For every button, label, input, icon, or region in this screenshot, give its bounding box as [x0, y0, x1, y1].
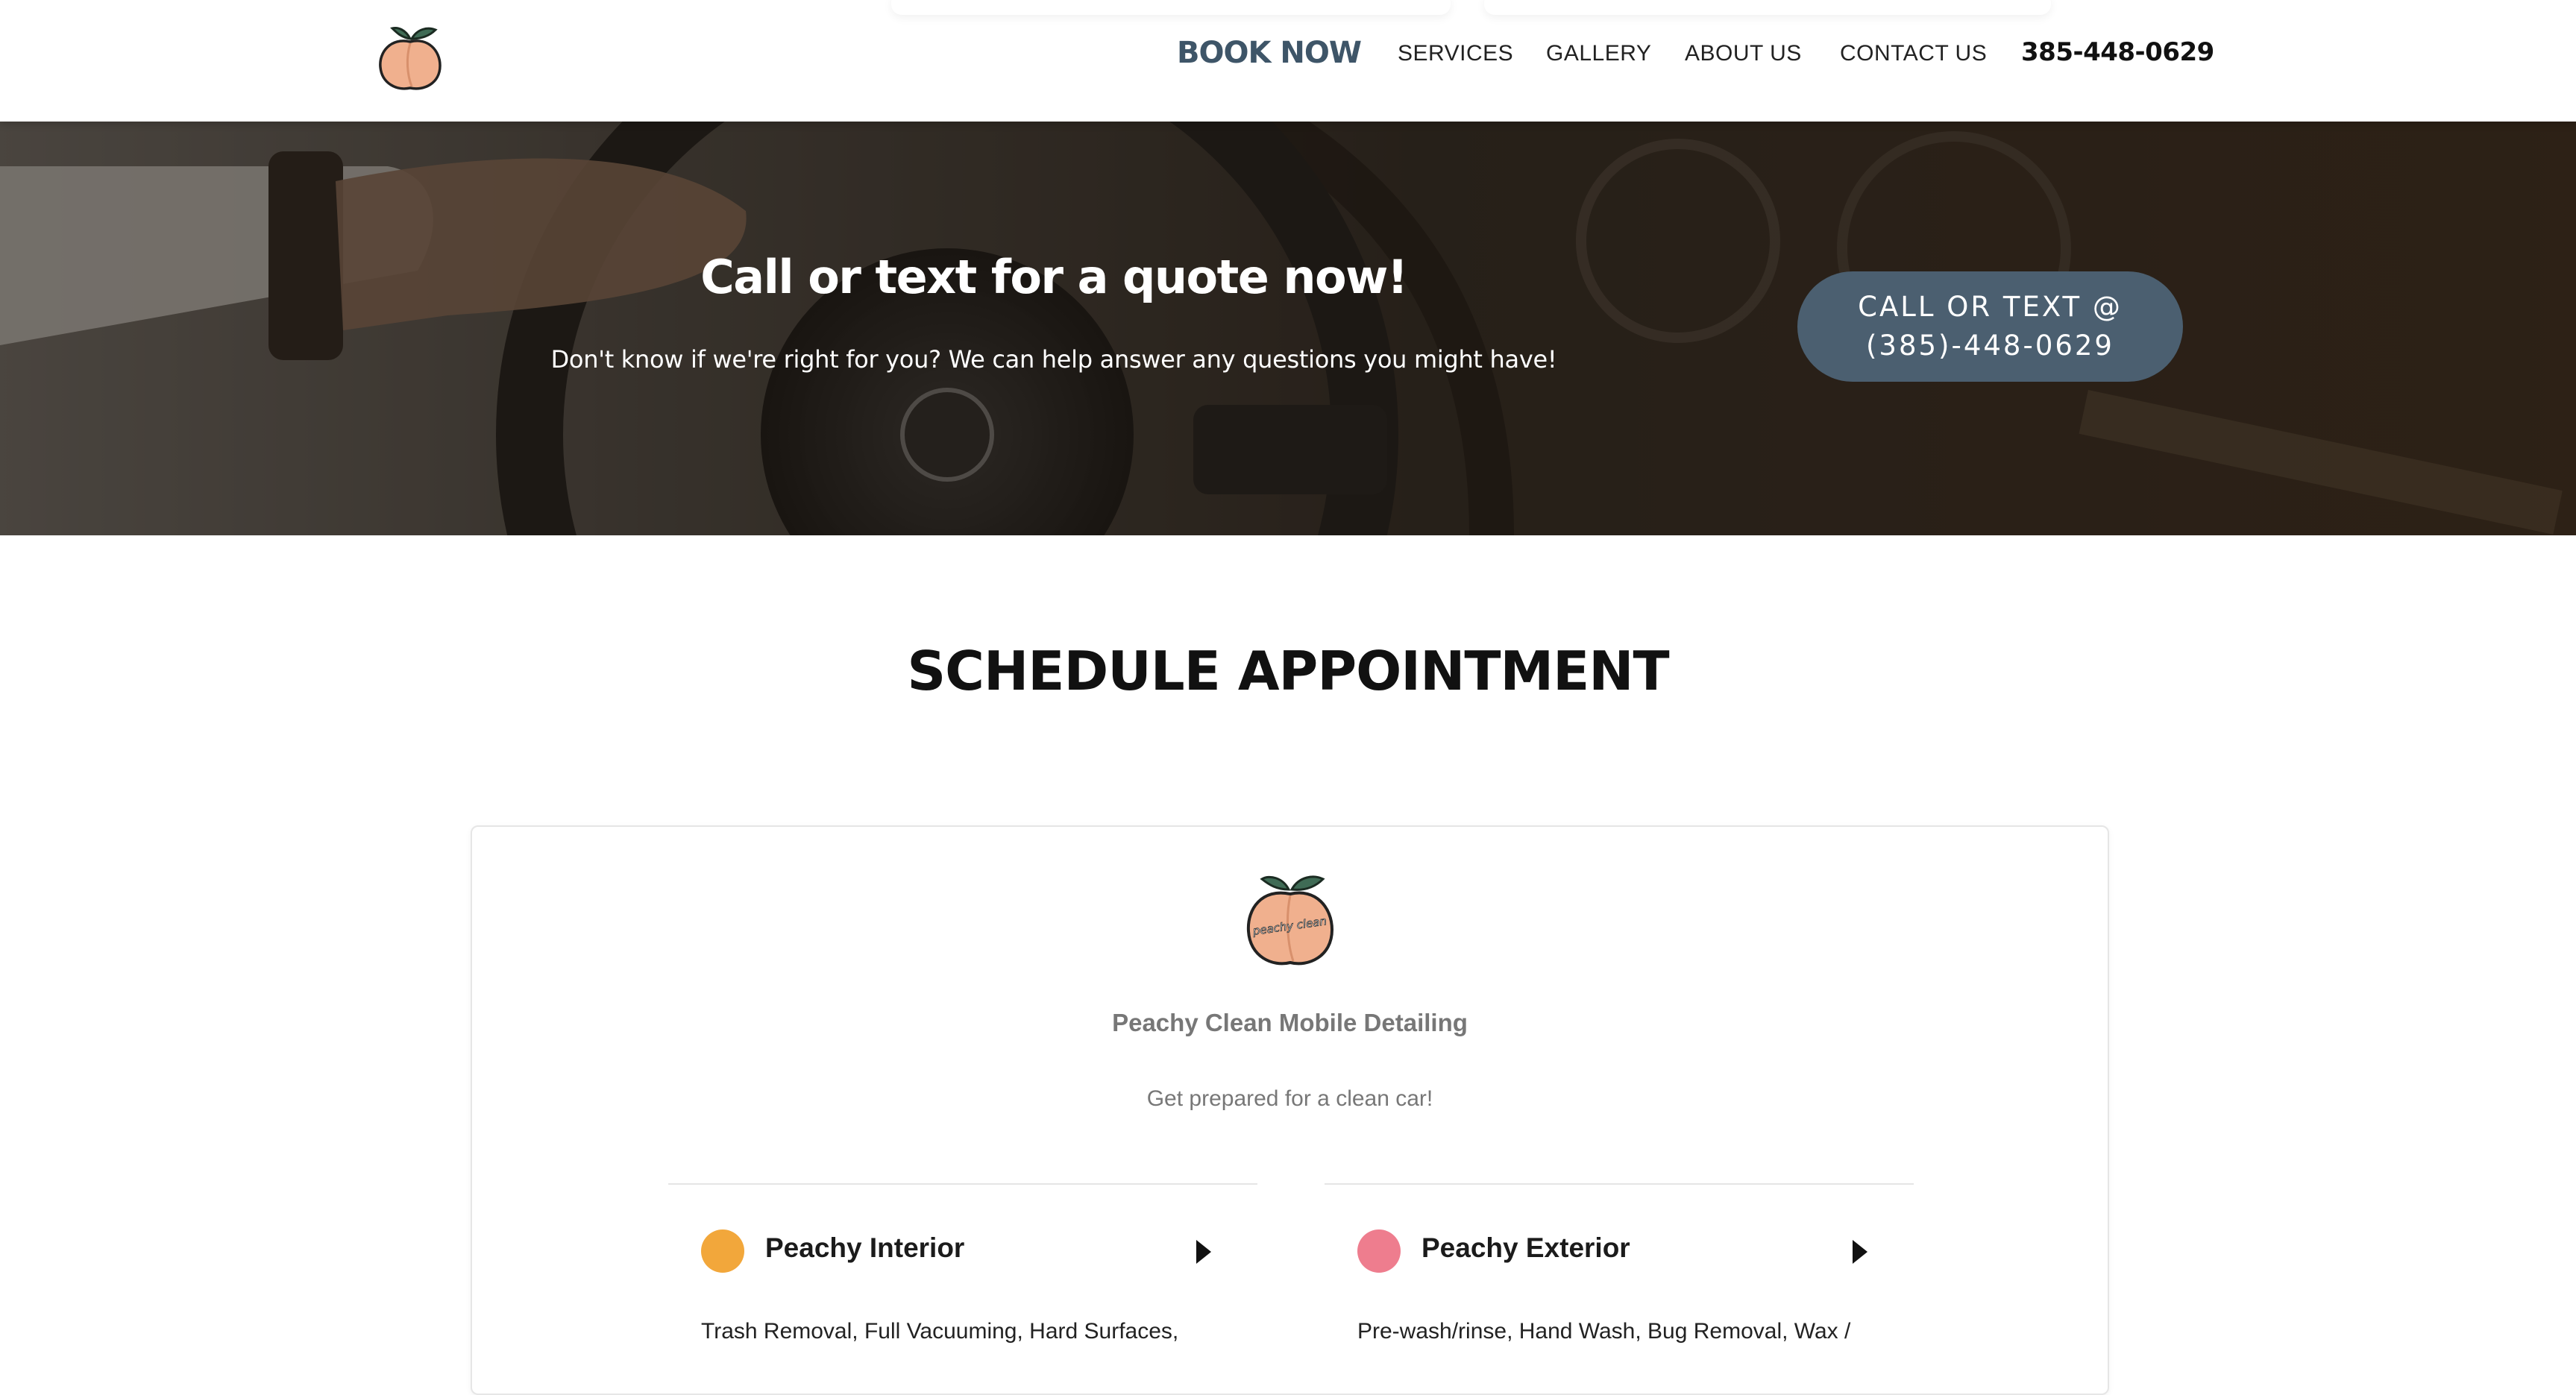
business-name: Peachy Clean Mobile Detailing: [1112, 1009, 1468, 1036]
hero-title: Call or text for a quote now!: [700, 250, 1408, 304]
call-button-label: CALL OR TEXT @: [1858, 291, 2123, 323]
business-tagline: Get prepared for a clean car!: [1146, 1086, 1433, 1111]
service-color-dot: [701, 1229, 744, 1273]
peach-logo-icon[interactable]: [376, 22, 444, 94]
service-peachy-exterior[interactable]: Peachy Exterior Pre-wash/rinse, Hand Was…: [1325, 1183, 1914, 1344]
nav-services[interactable]: SERVICES: [1398, 41, 1513, 66]
service-peachy-interior[interactable]: Peachy Interior Trash Removal, Full Vacu…: [668, 1183, 1257, 1344]
expand-arrow-icon[interactable]: [1196, 1240, 1211, 1264]
peachy-clean-logo-icon: peachy clean: [1246, 875, 1334, 966]
book-now-link[interactable]: BOOK NOW: [1177, 36, 1362, 70]
service-name: Peachy Exterior: [1421, 1232, 1630, 1263]
site-header: BOOK NOW SERVICES GALLERY ABOUT US CONTA…: [0, 0, 2576, 122]
service-description: Pre-wash/rinse, Hand Wash, Bug Removal, …: [1357, 1319, 1851, 1344]
call-or-text-button[interactable]: CALL OR TEXT @ (385)-448-0629: [1797, 271, 2183, 382]
nav-gallery[interactable]: GALLERY: [1546, 41, 1651, 66]
nav-contact-us[interactable]: CONTACT US: [1840, 41, 1987, 66]
booking-card: peachy clean Peachy Clean Mobile Detaili…: [471, 825, 2109, 1395]
call-button-phone: (385)-448-0629: [1866, 330, 2114, 362]
schedule-title: SCHEDULE APPOINTMENT: [907, 640, 1669, 702]
hero-banner: Call or text for a quote now! Don't know…: [0, 122, 2576, 535]
service-description: Trash Removal, Full Vacuuming, Hard Surf…: [701, 1319, 1179, 1344]
header-phone-link[interactable]: 385-448-0629: [2021, 37, 2214, 67]
hero-subtitle: Don't know if we're right for you? We ca…: [550, 345, 1557, 374]
expand-arrow-icon[interactable]: [1853, 1240, 1867, 1264]
header-shadow-card: [1484, 0, 2051, 15]
service-name: Peachy Interior: [765, 1232, 965, 1263]
nav-about-us[interactable]: ABOUT US: [1685, 41, 1802, 66]
steering-wheel-background-image: [0, 122, 2576, 535]
header-shadow-card: [891, 0, 1451, 15]
service-color-dot: [1357, 1229, 1401, 1273]
